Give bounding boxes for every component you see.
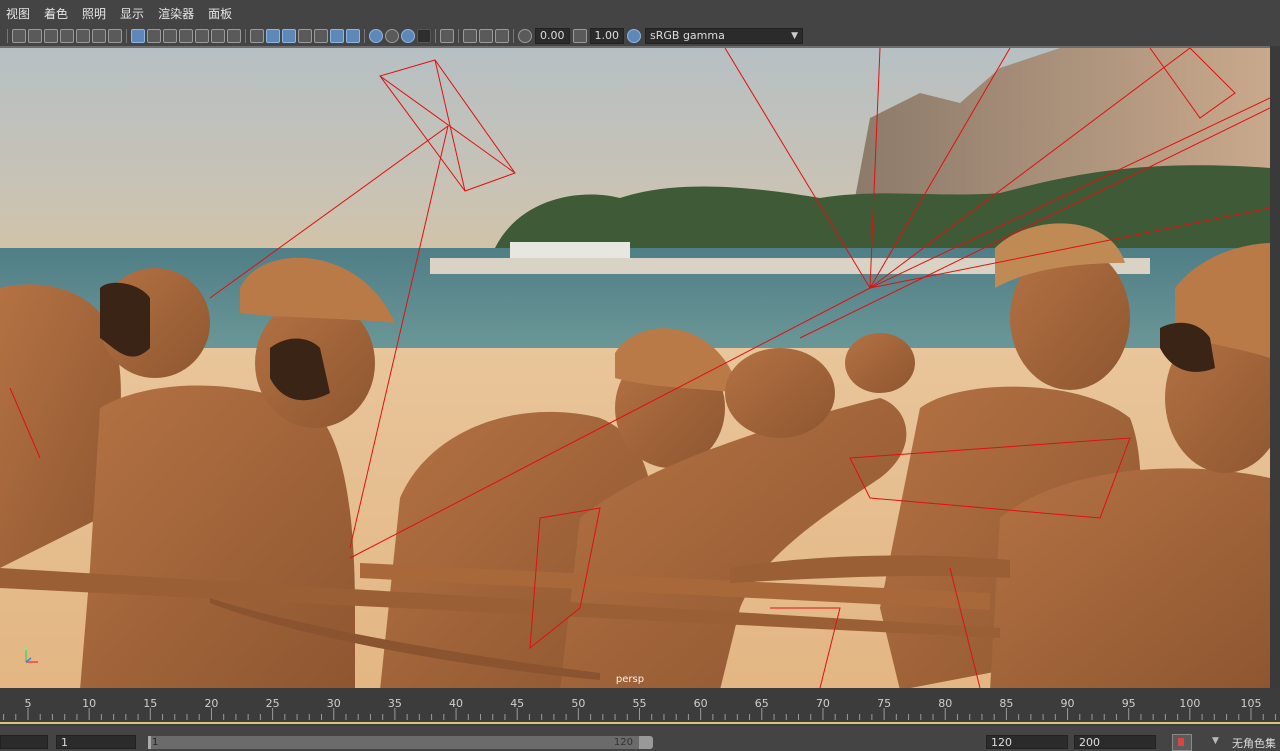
grease-pencil-icon[interactable] [108,29,122,43]
timeline-tick-label: 10 [82,697,97,710]
menu-renderer[interactable]: 渲染器 [158,5,194,22]
textured-icon[interactable] [298,29,312,43]
screen-space-ao-icon[interactable] [346,29,360,43]
toolbar-separator [245,29,246,43]
smooth-shade-icon[interactable] [266,29,280,43]
timeline-tick-label: 40 [449,697,464,710]
animation-end-field[interactable]: 200 [1074,735,1156,749]
chevron-down-icon: ▼ [791,31,798,41]
playback-end-field[interactable]: 120 [986,735,1068,749]
timeline-tick-label: 100 [1179,697,1201,710]
playback-start-field[interactable]: 1 [56,735,136,749]
timeline-tick-label: 90 [1060,697,1075,710]
field-chart-icon[interactable] [195,29,209,43]
timeline-tick-label: 85 [999,697,1014,710]
bookmark-icon[interactable] [60,29,74,43]
xray-active-components-icon[interactable] [401,29,415,43]
timeline-tick-label: 55 [632,697,647,710]
exposure-icon[interactable] [518,29,532,43]
resolution-gate-icon[interactable] [163,29,177,43]
gamma-field[interactable]: 1.00 [589,28,624,44]
anti-aliasing-icon[interactable] [495,29,509,43]
perspective-viewport[interactable]: y persp [0,46,1270,688]
playback-range-slider[interactable]: 1 120 [148,736,653,749]
timeline-tick-label: 5 [24,697,32,710]
range-end-handle[interactable] [639,736,653,749]
film-gate-icon[interactable] [147,29,161,43]
timeline-tick-label: 30 [326,697,341,710]
menu-show[interactable]: 显示 [120,5,144,22]
chevron-down-icon[interactable]: ▼ [1212,736,1219,746]
viewport-scene [0,48,1270,688]
timeline-tick-label: 35 [387,697,402,710]
wireframe-on-shaded-icon[interactable] [282,29,296,43]
timeline-tick-label: 70 [815,697,830,710]
gate-mask-icon[interactable] [179,29,193,43]
toolbar-separator [435,29,436,43]
menu-view[interactable]: 视图 [6,5,30,22]
shadows-icon[interactable] [330,29,344,43]
view-transform-dropdown[interactable]: sRGB gamma ▼ [645,28,803,44]
toolbar-separator [7,29,8,43]
range-slider-start: 1 [152,737,159,748]
isolate-select-icon[interactable] [417,29,431,43]
timeline-tick-label: 60 [693,697,708,710]
toolbar-separator [513,29,514,43]
gamma-icon[interactable] [572,29,587,43]
menu-shading[interactable]: 着色 [44,5,68,22]
panel-menu-bar: 视图 着色 照明 显示 渲染器 面板 [0,0,1280,26]
range-start-handle[interactable] [148,736,151,749]
timeline-tick-label: 65 [754,697,769,710]
color-management-icon[interactable] [627,29,641,43]
timeline-current-range-line [0,722,1280,724]
timeline-tick-label: 105 [1240,697,1262,710]
exposure-field[interactable]: 0.00 [535,28,570,44]
axis-gizmo: y [20,644,44,668]
timeline-tick-label: 50 [571,697,586,710]
depth-of-field-icon[interactable] [463,29,477,43]
isolate-view-icon[interactable] [440,29,454,43]
panel-toolbar: 0.00 1.00 sRGB gamma ▼ [0,26,1280,46]
camera-lock-icon[interactable] [44,29,58,43]
animation-start-field[interactable] [0,735,48,749]
wireframe-icon[interactable] [250,29,264,43]
timeline-tick-label: 45 [510,697,525,710]
grid-icon[interactable] [131,29,145,43]
image-plane-icon[interactable] [76,29,90,43]
two-d-pan-zoom-icon[interactable] [92,29,106,43]
range-slider-end: 120 [613,737,633,748]
safe-action-icon[interactable] [211,29,225,43]
range-slider-bar: 1 1 120 120 200 ▼ 无角色集 [0,726,1280,751]
timeline-tick-label: 80 [938,697,953,710]
xray-icon[interactable] [369,29,383,43]
select-camera-icon[interactable] [12,29,26,43]
toolbar-separator [458,29,459,43]
timeline-tick-label: 75 [877,697,892,710]
xray-joints-icon[interactable] [385,29,399,43]
timeline-tick-label: 25 [265,697,280,710]
use-all-lights-icon[interactable] [314,29,328,43]
toolbar-separator [126,29,127,43]
camera-name-label: persp [615,674,645,685]
svg-text:y: y [23,644,27,652]
camera-attributes-icon[interactable] [28,29,42,43]
timeline-tick-label: 15 [143,697,158,710]
motion-blur-icon[interactable] [479,29,493,43]
viewport-side-strip [1270,46,1280,688]
auto-key-icon[interactable] [1172,734,1192,751]
menu-panels[interactable]: 面板 [208,5,232,22]
toolbar-separator [364,29,365,43]
view-transform-value: sRGB gamma [650,29,725,42]
time-slider[interactable]: 5 10 15 20 25 30 35 40 45 50 55 60 65 70 75 80 85 90 95 100… [0,688,1280,726]
timeline-tick-label: 20 [204,697,219,710]
menu-lighting[interactable]: 照明 [82,5,106,22]
timeline-tick-label: 95 [1121,697,1136,710]
safe-title-icon[interactable] [227,29,241,43]
